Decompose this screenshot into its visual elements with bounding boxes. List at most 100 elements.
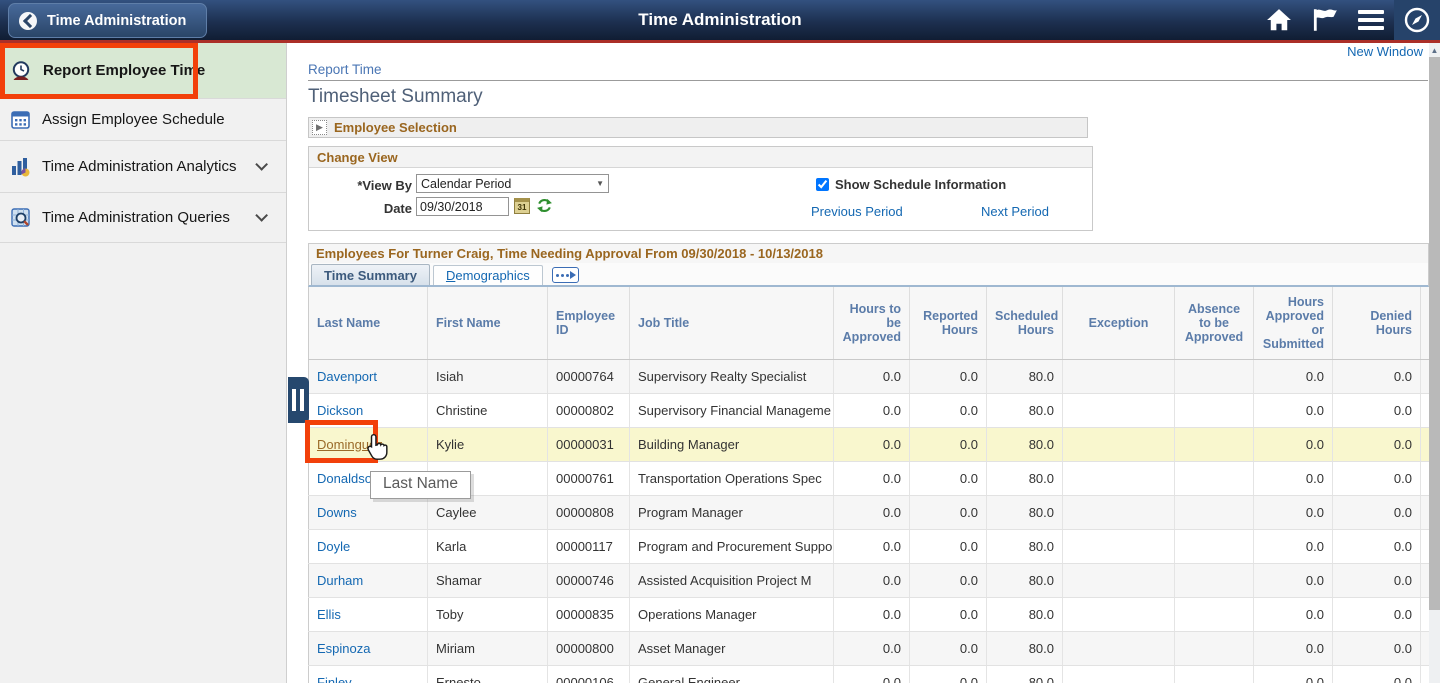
flag-icon[interactable]	[1302, 0, 1348, 40]
view-by-label: *View By	[316, 178, 412, 193]
last-name-link[interactable]: Espinoza	[317, 641, 370, 656]
table-cell: 00000117	[548, 529, 630, 563]
table-cell	[1175, 393, 1254, 427]
table-cell	[1175, 631, 1254, 665]
last-name-link[interactable]: Ellis	[317, 607, 341, 622]
table-cell: 0.0	[1333, 665, 1421, 683]
table-cell: Isiah	[428, 359, 548, 393]
table-cell: 0.0	[910, 359, 987, 393]
last-name-link[interactable]: Doyle	[317, 539, 350, 554]
table-cell	[1175, 529, 1254, 563]
table-cell: 0.0	[834, 631, 910, 665]
calendar-prompt-icon[interactable]: 31	[514, 198, 530, 214]
vertical-scrollbar[interactable]: ▲	[1429, 43, 1440, 683]
table-cell: 0.0	[834, 495, 910, 529]
table-cell: Supervisory Realty Specialist	[630, 359, 834, 393]
column-header: Denied Hours	[1333, 287, 1421, 359]
table-cell	[1063, 563, 1175, 597]
back-button-label: Time Administration	[47, 13, 186, 29]
table-cell: 0.0	[834, 665, 910, 683]
sidebar-item-time-administration-analytics[interactable]: Time Administration Analytics	[0, 141, 286, 193]
view-by-value: Calendar Period	[421, 177, 511, 191]
table-cell: 0.0	[1254, 529, 1333, 563]
view-by-select[interactable]: Calendar Period ▼	[416, 174, 609, 193]
sidebar-item-assign-employee-schedule[interactable]: Assign Employee Schedule	[0, 99, 286, 141]
table-cell: Durham	[309, 563, 428, 597]
table-cell: 0.0	[1333, 529, 1421, 563]
last-name-link[interactable]: Durham	[317, 573, 363, 588]
table-cell	[1175, 461, 1254, 495]
change-view-groupbox: Change View *View By Calendar Period ▼ D…	[308, 146, 1093, 231]
table-cell: Supervisory Financial Manageme	[630, 393, 834, 427]
table-cell: 0.0	[1254, 359, 1333, 393]
table-cell: 00000835	[548, 597, 630, 631]
table-cell: Caylee	[428, 495, 548, 529]
table-cell: 80.0	[987, 359, 1063, 393]
chevron-down-icon[interactable]	[255, 158, 268, 171]
tab-demographics[interactable]: Demographics	[433, 265, 543, 285]
breadcrumb[interactable]: Report Time	[308, 62, 1429, 77]
sidebar-item-report-employee-time[interactable]: Report Employee Time	[0, 43, 286, 99]
table-cell: 00000746	[548, 563, 630, 597]
table-cell	[1175, 495, 1254, 529]
tab-time-summary[interactable]: Time Summary	[311, 264, 430, 285]
table-cell: Christine	[428, 393, 548, 427]
chevron-down-icon[interactable]	[255, 209, 268, 222]
table-cell: 0.0	[910, 665, 987, 683]
last-name-link[interactable]: Davenport	[317, 369, 377, 384]
table-cell: 0.0	[1254, 393, 1333, 427]
table-cell: 00000761	[548, 461, 630, 495]
last-name-link[interactable]: Dominguez	[317, 437, 383, 452]
table-cell: Dickson	[309, 393, 428, 427]
last-name-link[interactable]: Dickson	[317, 403, 363, 418]
home-icon[interactable]	[1256, 0, 1302, 40]
last-name-link[interactable]: Downs	[317, 505, 357, 520]
table-cell: Downs	[309, 495, 428, 529]
side-panel-drag-handle[interactable]	[288, 377, 309, 423]
table-cell: 0.0	[1333, 461, 1421, 495]
table-cell	[1175, 427, 1254, 461]
table-cell: Davenport	[309, 359, 428, 393]
clock-icon	[10, 60, 32, 82]
table-cell: Operations Manager	[630, 597, 834, 631]
table-cell: 0.0	[1254, 495, 1333, 529]
table-cell: Transportation Operations Spec	[630, 461, 834, 495]
show-schedule-checkbox[interactable]	[816, 178, 829, 191]
show-all-columns-icon[interactable]	[552, 267, 579, 283]
table-cell: 00000031	[548, 427, 630, 461]
table-row: DurhamShamar00000746Assisted Acquisition…	[309, 563, 1437, 597]
expand-section-icon[interactable]: ▶	[312, 120, 327, 135]
column-header: Last Name	[309, 287, 428, 359]
navbar-menu-icon[interactable]	[1348, 0, 1394, 40]
table-cell	[1175, 665, 1254, 683]
next-period-link[interactable]: Next Period	[981, 204, 1049, 219]
refresh-icon[interactable]	[536, 197, 553, 219]
table-cell: Program and Procurement Suppor	[630, 529, 834, 563]
new-window-link[interactable]: New Window	[1347, 44, 1423, 59]
sidebar-item-label: Time Administration Queries	[42, 209, 234, 226]
employees-grid-title: Employees For Turner Craig, Time Needing…	[308, 243, 1429, 263]
table-cell: 0.0	[1254, 631, 1333, 665]
last-name-link[interactable]: Finley	[317, 675, 352, 683]
back-button[interactable]: Time Administration	[8, 3, 207, 38]
table-cell: 80.0	[987, 597, 1063, 631]
compass-navbar-icon[interactable]	[1394, 0, 1440, 40]
scrollbar-thumb[interactable]	[1429, 57, 1440, 610]
scroll-up-arrow-icon[interactable]: ▲	[1429, 43, 1440, 57]
date-input[interactable]	[416, 197, 509, 216]
table-cell: 0.0	[1333, 393, 1421, 427]
table-cell: 80.0	[987, 495, 1063, 529]
table-cell: 00000800	[548, 631, 630, 665]
table-cell: 00000802	[548, 393, 630, 427]
table-cell: Building Manager	[630, 427, 834, 461]
table-cell	[1063, 495, 1175, 529]
table-cell: 0.0	[1333, 427, 1421, 461]
sidebar-item-time-administration-queries[interactable]: Time Administration Queries	[0, 193, 286, 243]
column-header: Hours Approved or Submitted	[1254, 287, 1333, 359]
table-cell: 80.0	[987, 529, 1063, 563]
table-cell: Assisted Acquisition Project M	[630, 563, 834, 597]
table-cell	[1063, 461, 1175, 495]
table-cell: 0.0	[910, 495, 987, 529]
table-cell: 0.0	[834, 597, 910, 631]
previous-period-link[interactable]: Previous Period	[811, 204, 903, 219]
